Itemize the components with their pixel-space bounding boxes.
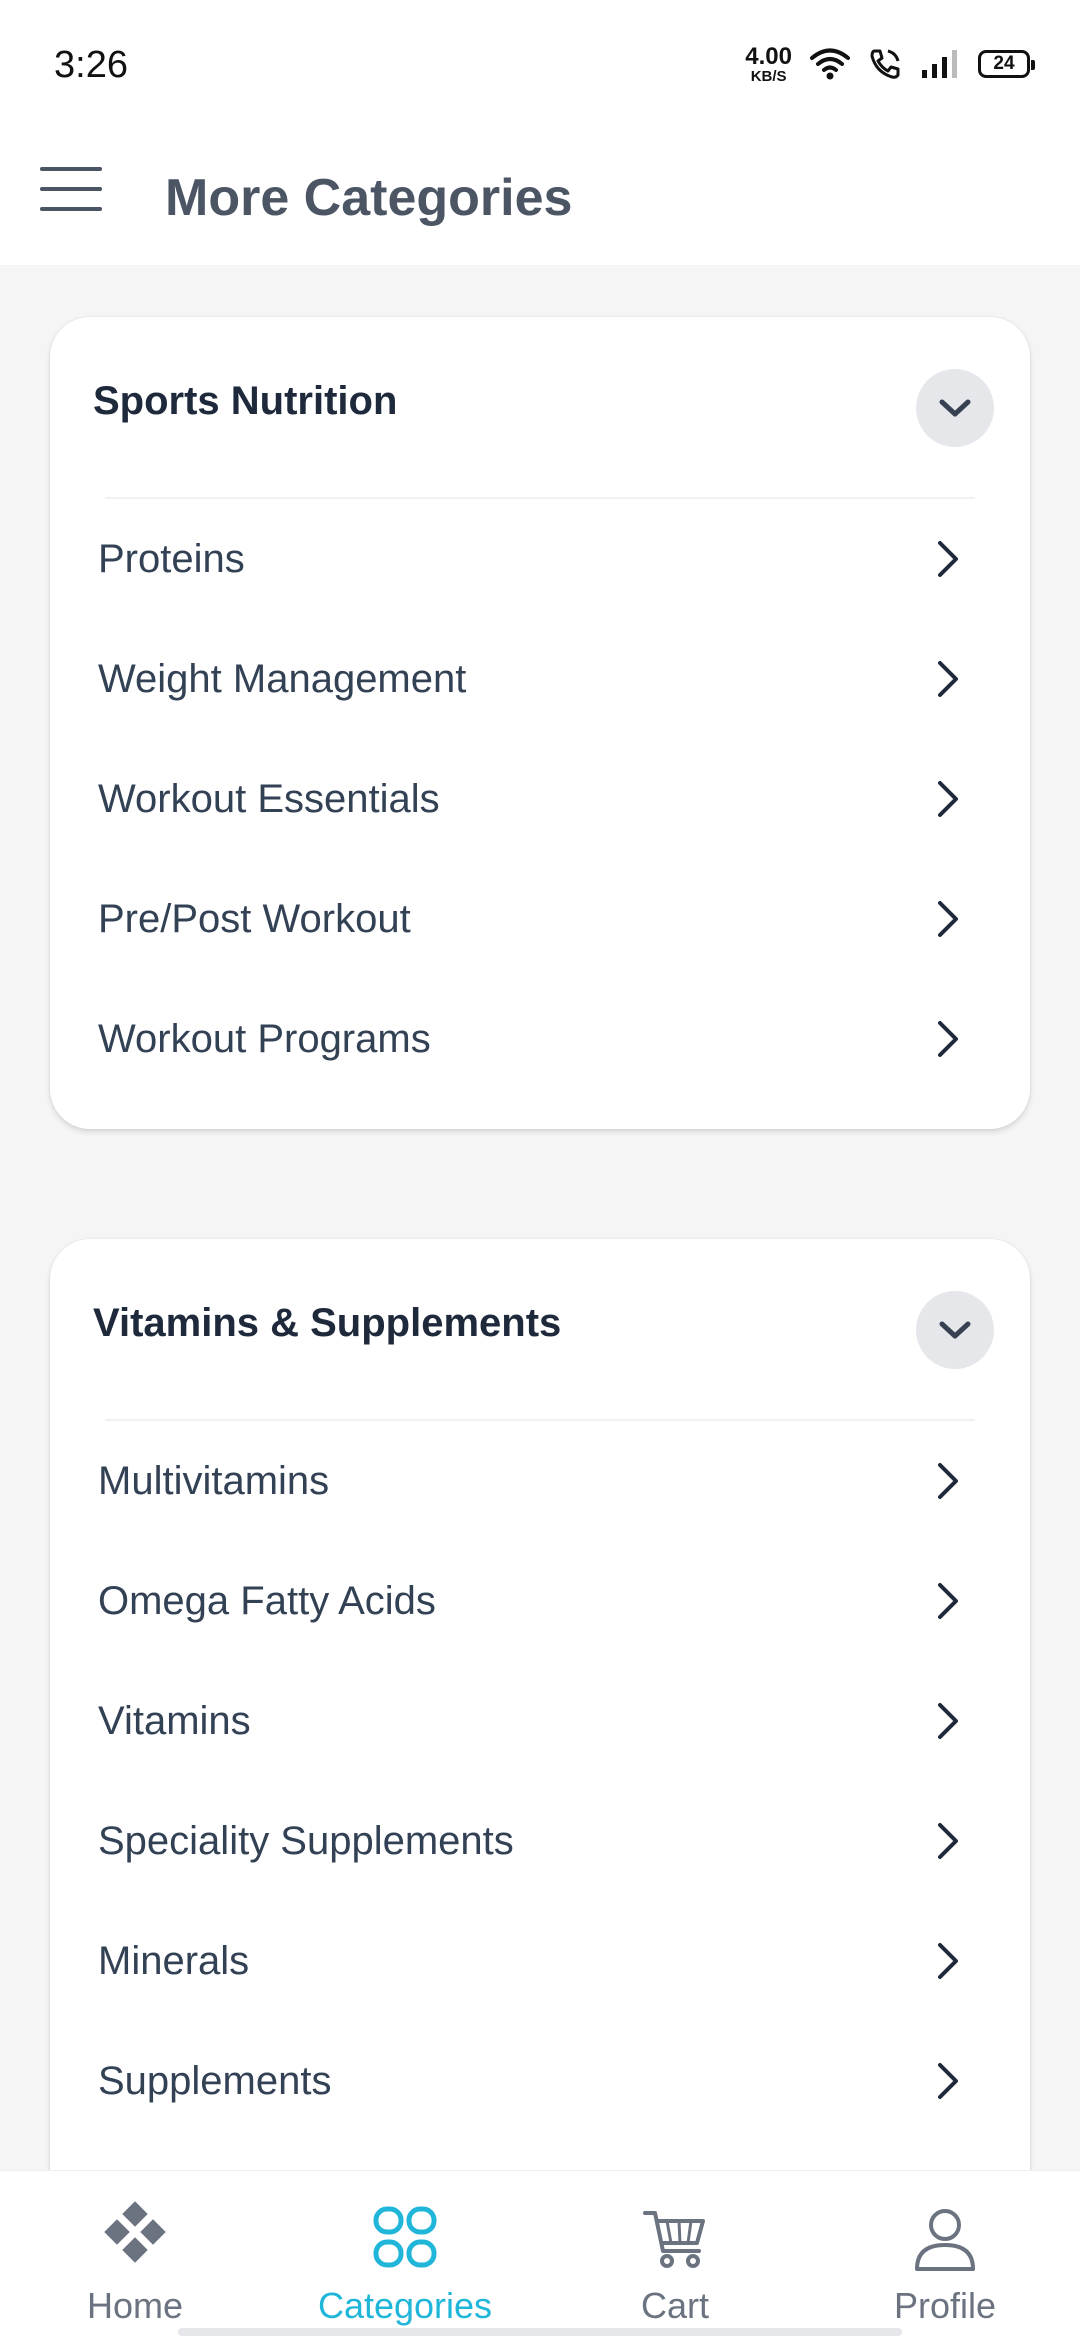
list-item-label: Proteins bbox=[98, 537, 245, 581]
list-item[interactable]: Weight Management bbox=[50, 619, 1030, 739]
chevron-down-icon bbox=[939, 399, 971, 417]
network-speed-value: 4.00 bbox=[745, 42, 792, 70]
chevron-right-icon bbox=[938, 541, 958, 577]
collapse-toggle[interactable] bbox=[916, 369, 994, 447]
chevron-right-icon bbox=[938, 1943, 958, 1979]
battery-icon: 24 bbox=[978, 50, 1035, 78]
chevron-right-icon bbox=[938, 1021, 958, 1057]
list-item-label: Minerals bbox=[98, 1939, 250, 1983]
home-indicator[interactable] bbox=[178, 2328, 902, 2336]
list-item[interactable]: Minerals bbox=[50, 1901, 1030, 2021]
list-item[interactable]: Supplements bbox=[50, 2021, 1030, 2141]
home-icon bbox=[104, 2201, 166, 2263]
list-item[interactable]: Workout Programs bbox=[50, 979, 1030, 1099]
section-header[interactable]: Sports Nutrition bbox=[50, 317, 1030, 499]
nav-home-label: Home bbox=[86, 2285, 184, 2326]
list-item-label: Speciality Supplements bbox=[98, 1819, 514, 1863]
category-list[interactable]: Sports Nutrition Proteins Weight Managem… bbox=[0, 265, 1080, 2170]
list-item-label: Workout Programs bbox=[98, 1017, 431, 1061]
cart-icon bbox=[643, 2211, 705, 2268]
signal-icon bbox=[922, 50, 957, 78]
menu-icon bbox=[40, 167, 102, 171]
chevron-down-icon bbox=[939, 1321, 971, 1339]
chevron-right-icon bbox=[938, 1823, 958, 1859]
list-item[interactable]: Speciality Supplements bbox=[50, 1781, 1030, 1901]
list-item-label: Weight Management bbox=[98, 657, 467, 701]
list-item[interactable]: Workout Essentials bbox=[50, 739, 1030, 859]
list-item-label: Multivitamins bbox=[98, 1459, 330, 1503]
list-item[interactable]: Proteins bbox=[50, 499, 1030, 619]
status-icons: 4.00 KB/S 24 bbox=[745, 42, 1035, 86]
bottom-navigation: Home Categories Cart Profile bbox=[0, 2170, 1080, 2340]
list-item[interactable]: Vitamins bbox=[50, 1661, 1030, 1781]
status-time: 3:26 bbox=[54, 44, 128, 86]
nav-categories[interactable]: Categories bbox=[305, 2201, 505, 2331]
status-bar: 3:26 4.00 KB/S 24 bbox=[0, 0, 1080, 130]
chevron-right-icon bbox=[938, 2063, 958, 2099]
chevron-right-icon bbox=[938, 901, 958, 937]
list-item-label: Pre/Post Workout bbox=[98, 897, 411, 941]
wifi-icon bbox=[810, 48, 850, 80]
page-title: More Categories bbox=[165, 169, 573, 227]
chevron-right-icon bbox=[938, 661, 958, 697]
nav-profile-label: Profile bbox=[893, 2285, 997, 2326]
nav-cart[interactable]: Cart bbox=[575, 2201, 775, 2331]
profile-icon bbox=[915, 2209, 975, 2271]
app-bar: More Categories bbox=[0, 130, 1080, 265]
nav-categories-label: Categories bbox=[317, 2285, 493, 2326]
section-card-sports-nutrition: Sports Nutrition Proteins Weight Managem… bbox=[50, 317, 1030, 1129]
chevron-right-icon bbox=[938, 1703, 958, 1739]
section-title: Vitamins & Supplements bbox=[93, 1301, 562, 1345]
network-speed-unit: KB/S bbox=[750, 67, 787, 85]
network-speed: 4.00 KB/S bbox=[745, 42, 792, 85]
list-item[interactable]: Omega Fatty Acids bbox=[50, 1541, 1030, 1661]
list-item-label: Workout Essentials bbox=[98, 777, 440, 821]
section-card-vitamins-supplements: Vitamins & Supplements Multivitamins Ome… bbox=[50, 1239, 1030, 2170]
chevron-right-icon bbox=[938, 1583, 958, 1619]
collapse-toggle[interactable] bbox=[916, 1291, 994, 1369]
call-icon bbox=[870, 49, 900, 79]
section-title: Sports Nutrition bbox=[93, 379, 398, 423]
nav-profile[interactable]: Profile bbox=[845, 2201, 1045, 2331]
categories-icon bbox=[373, 2206, 437, 2268]
list-item-label: Vitamins bbox=[98, 1699, 251, 1743]
list-item-label: Supplements bbox=[98, 2059, 332, 2103]
chevron-right-icon bbox=[938, 781, 958, 817]
list-item[interactable]: Pre/Post Workout bbox=[50, 859, 1030, 979]
section-header[interactable]: Vitamins & Supplements bbox=[50, 1239, 1030, 1421]
nav-cart-label: Cart bbox=[640, 2285, 709, 2326]
chevron-right-icon bbox=[938, 1463, 958, 1499]
list-item-label: Omega Fatty Acids bbox=[98, 1579, 436, 1623]
nav-home[interactable]: Home bbox=[35, 2201, 235, 2331]
list-item[interactable]: Multivitamins bbox=[50, 1421, 1030, 1541]
menu-button[interactable] bbox=[40, 154, 110, 224]
